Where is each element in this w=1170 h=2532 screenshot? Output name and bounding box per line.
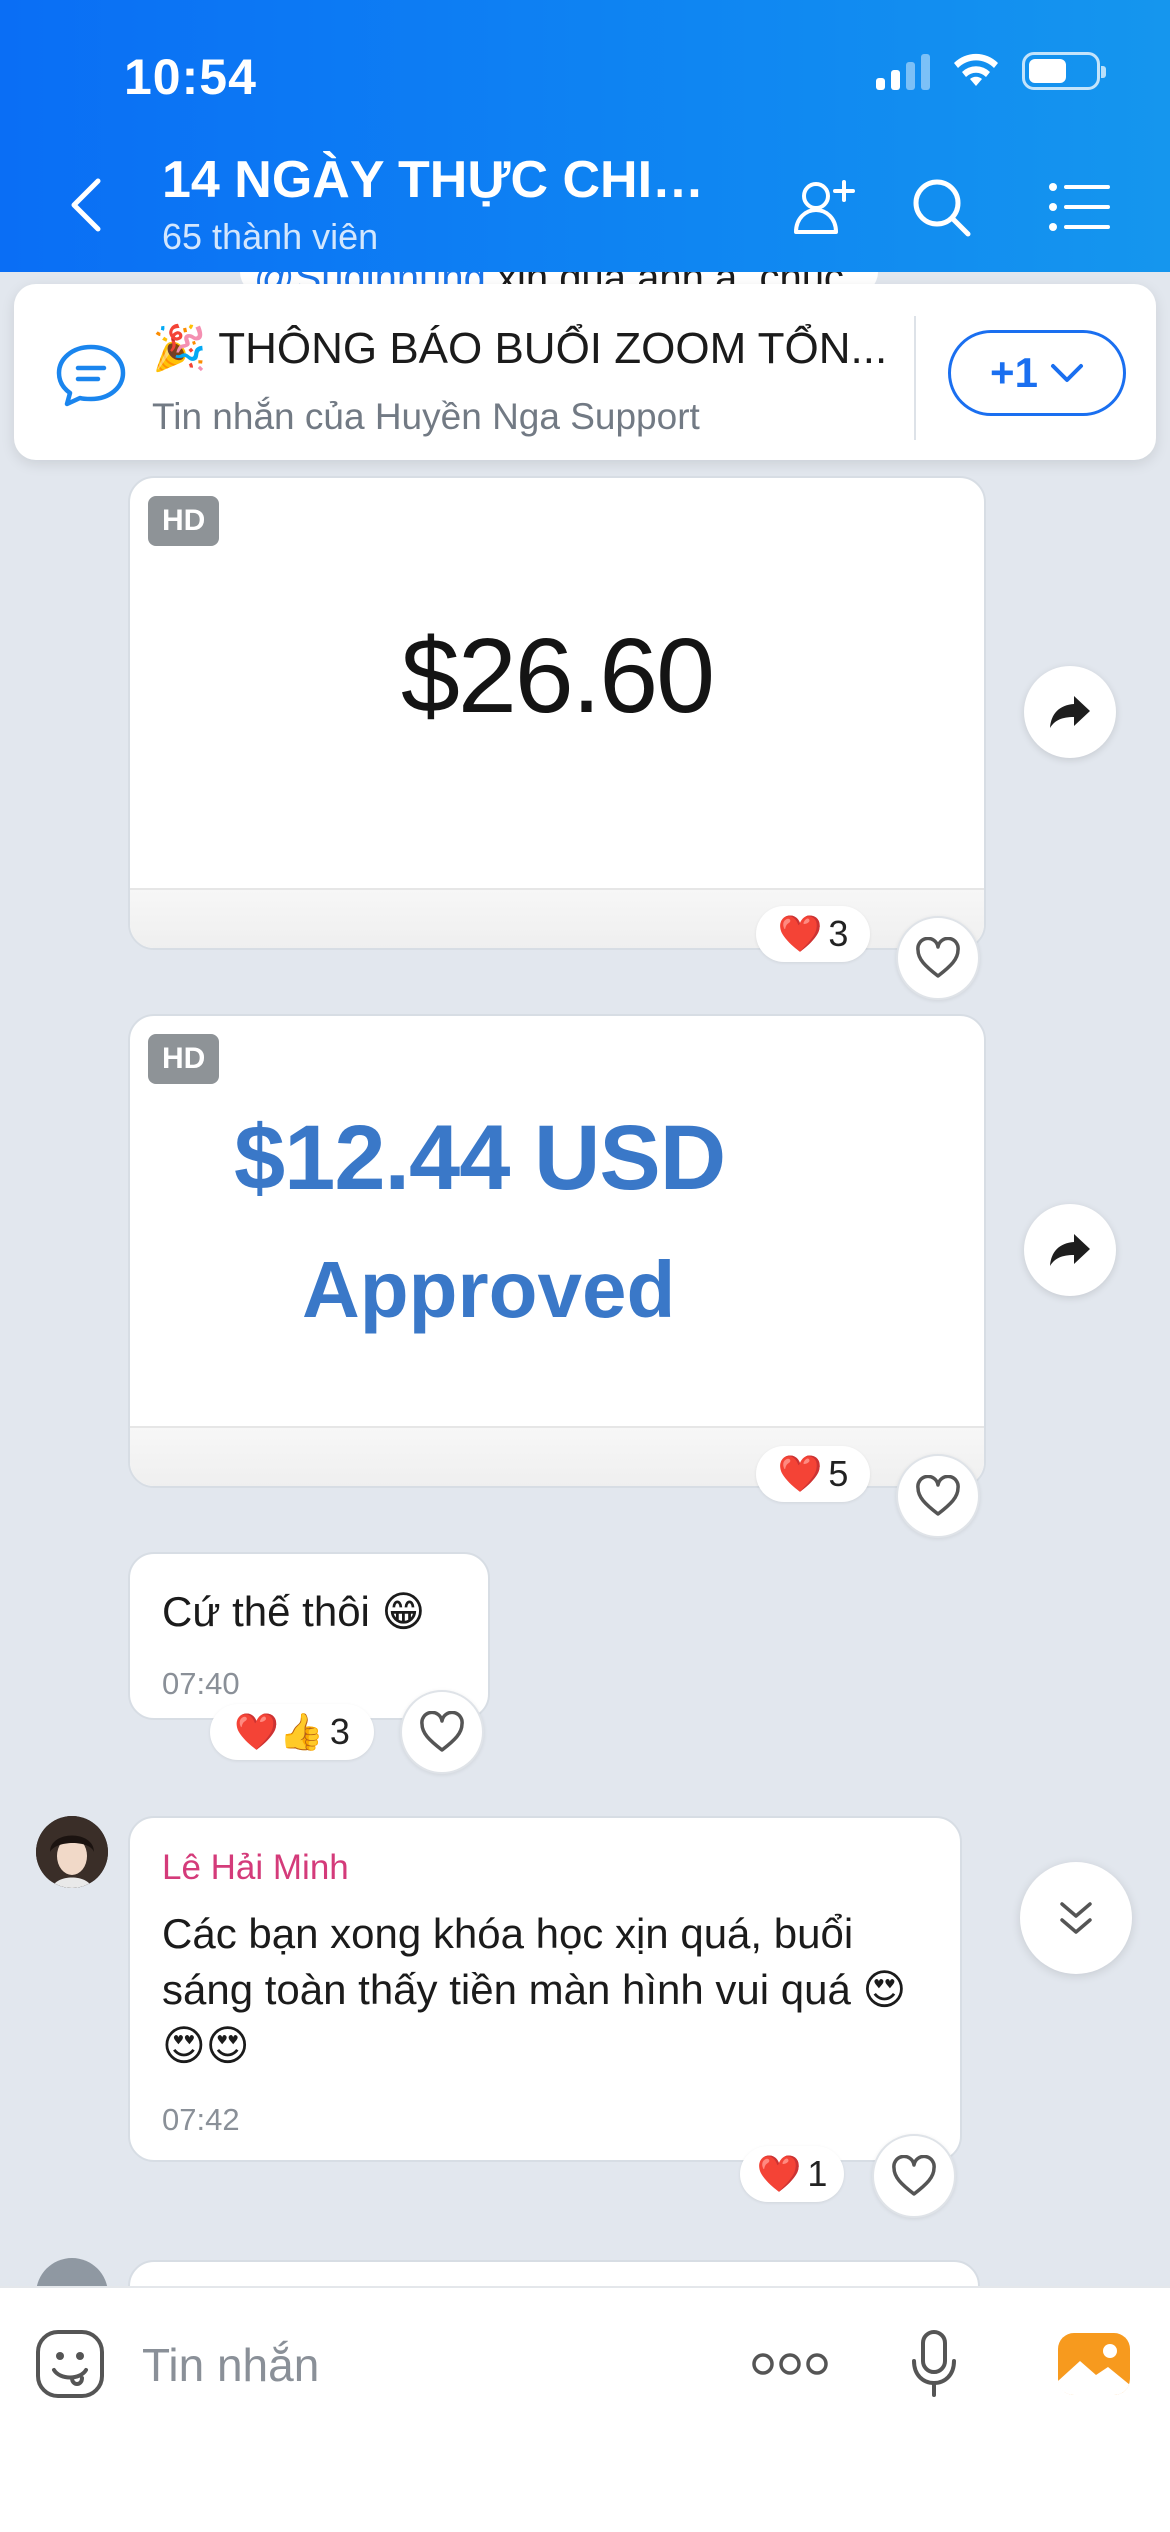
sender-name[interactable]: Lê Hải Minh xyxy=(162,1848,349,1888)
menu-button[interactable] xyxy=(1044,172,1114,242)
back-button[interactable] xyxy=(56,170,116,240)
react-button[interactable] xyxy=(400,1690,484,1774)
chat-title[interactable]: 14 NGÀY THỰC CHIẾ... xyxy=(162,150,722,210)
chat-bubble-icon xyxy=(56,344,126,407)
pinned-title: 🎉 THÔNG BÁO BUỔI ZOOM TỔN... xyxy=(152,324,888,373)
heart-outline-icon xyxy=(892,2155,936,2196)
status-time: 10:54 xyxy=(124,49,257,105)
search-icon xyxy=(913,179,971,237)
double-chevron-down-icon xyxy=(1060,1902,1092,1934)
reaction-summary[interactable]: ❤️ 5 xyxy=(756,1446,870,1502)
message-text: Cứ thế thôi 😁 xyxy=(162,1588,426,1635)
chevron-down-icon xyxy=(1050,364,1083,382)
chat-header: 10:54 14 NGÀY THỰC CHIẾ... 65 thành viên xyxy=(0,0,1170,272)
reaction-count: 3 xyxy=(828,913,849,954)
reaction-emoji: ❤️👍 xyxy=(234,1711,324,1752)
image-message[interactable]: HD $12.44 USD Approved xyxy=(128,1014,986,1488)
reaction-summary[interactable]: ❤️ 3 xyxy=(756,906,870,962)
scroll-to-bottom-button[interactable] xyxy=(1020,1862,1132,1974)
message-text: Các bạn xong khóa học xịn quá, buổi sáng… xyxy=(162,1910,907,2069)
search-button[interactable] xyxy=(906,172,976,242)
avatar[interactable] xyxy=(36,1816,108,1888)
sticker-icon xyxy=(36,2330,104,2398)
share-arrow-icon xyxy=(1050,696,1090,728)
sticker-button[interactable] xyxy=(30,2324,110,2404)
image-status: Approved xyxy=(302,1245,676,1334)
more-dots-icon xyxy=(752,2353,828,2375)
message-time: 07:40 xyxy=(162,1666,240,1701)
microphone-icon xyxy=(912,2330,956,2397)
share-button[interactable] xyxy=(1024,1204,1116,1296)
avatar-image xyxy=(36,1816,108,1888)
wifi-icon xyxy=(954,53,998,86)
reaction-emoji: ❤️ xyxy=(756,2153,802,2194)
reaction-count: 5 xyxy=(828,1453,849,1494)
pinned-message-banner[interactable]: 🎉 THÔNG BÁO BUỔI ZOOM TỔN... Tin nhắn củ… xyxy=(14,284,1156,460)
share-arrow-icon xyxy=(1050,1234,1090,1266)
reaction-emoji: ❤️ xyxy=(777,1453,823,1494)
more-options-button[interactable] xyxy=(750,2324,830,2404)
image-amount: $12.44 USD xyxy=(234,1107,726,1209)
message-input[interactable]: Tin nhắn xyxy=(142,2338,319,2392)
message-time: 07:42 xyxy=(162,2102,240,2137)
chevron-left-icon xyxy=(71,178,101,232)
add-member-button[interactable] xyxy=(790,172,860,242)
divider xyxy=(914,316,916,440)
image-message[interactable]: HD $26.60 xyxy=(128,476,986,950)
text-message[interactable] xyxy=(128,2260,980,2286)
reaction-emoji: ❤️ xyxy=(777,913,823,954)
heart-outline-icon xyxy=(916,1475,960,1516)
hd-badge: HD xyxy=(148,496,220,546)
reaction-count: 1 xyxy=(807,2153,828,2194)
signal-icon xyxy=(876,52,930,90)
add-user-icon xyxy=(794,180,855,234)
reaction-count: 3 xyxy=(329,1711,350,1752)
heart-outline-icon xyxy=(916,937,960,978)
heart-outline-icon xyxy=(420,1711,464,1752)
voice-button[interactable] xyxy=(894,2324,974,2404)
react-button[interactable] xyxy=(872,2134,956,2218)
battery-icon xyxy=(1022,52,1106,90)
react-button[interactable] xyxy=(896,1454,980,1538)
reaction-summary[interactable]: ❤️ 1 xyxy=(740,2146,844,2202)
pinned-more-label: +1 xyxy=(990,349,1038,396)
hd-badge: HD xyxy=(148,1034,220,1084)
image-amount: $26.60 xyxy=(400,617,715,735)
member-count[interactable]: 65 thành viên xyxy=(162,216,378,258)
gallery-button[interactable] xyxy=(1054,2324,1134,2404)
text-message[interactable]: Lê Hải Minh Các bạn xong khóa học xịn qu… xyxy=(128,1816,962,2162)
reaction-summary[interactable]: ❤️👍 3 xyxy=(210,1704,374,1760)
share-button[interactable] xyxy=(1024,666,1116,758)
list-icon xyxy=(1049,183,1110,231)
image-gallery-icon xyxy=(1058,2333,1130,2395)
pinned-subtitle: Tin nhắn của Huyền Nga Support xyxy=(152,396,700,437)
pinned-more-button[interactable]: +1 xyxy=(948,330,1126,416)
avatar[interactable] xyxy=(36,2258,108,2286)
react-button[interactable] xyxy=(896,916,980,1000)
message-input-bar: Tin nhắn xyxy=(0,2286,1170,2532)
status-icons xyxy=(876,52,1106,90)
chat-area[interactable]: @Sudinhung xin quà anh ạ. chúc 🎉 THÔNG B… xyxy=(0,272,1170,2286)
